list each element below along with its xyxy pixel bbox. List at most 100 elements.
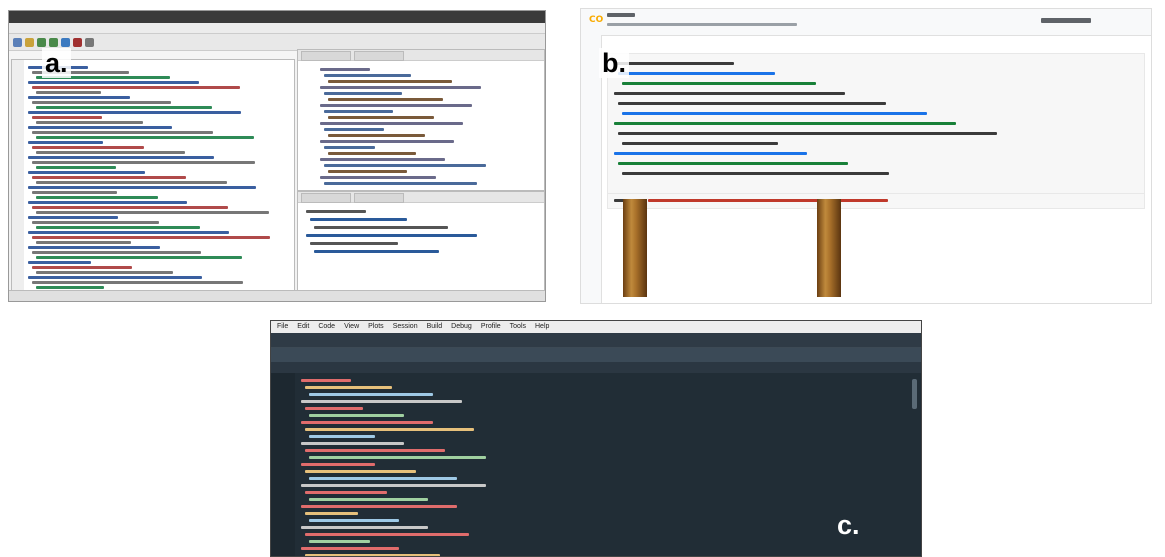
output-image-right: [817, 199, 841, 297]
menu-item-view[interactable]: View: [344, 321, 359, 333]
code-line: [301, 484, 486, 487]
share-button[interactable]: [1041, 18, 1091, 23]
panel-label-b: b.: [599, 48, 629, 78]
menu-item-session[interactable]: Session: [393, 321, 418, 333]
tab-console[interactable]: [301, 193, 351, 203]
code-line: [618, 102, 886, 105]
code-line: [36, 286, 104, 289]
code-line: [36, 271, 173, 274]
stop-icon[interactable]: [73, 37, 82, 47]
notebook-name[interactable]: [607, 13, 635, 17]
menu-item-file[interactable]: File: [277, 321, 288, 333]
code-line: [28, 126, 172, 129]
code-line: [622, 82, 816, 85]
spyder-editor[interactable]: [11, 59, 295, 294]
new-file-icon[interactable]: [13, 37, 22, 47]
code-line: [614, 92, 845, 95]
output-image-left: [623, 199, 647, 297]
line-number-gutter: [271, 373, 295, 556]
code-line: [36, 256, 242, 259]
tab-explorer[interactable]: [301, 51, 351, 61]
rstudio-window: File Edit Code View Plots Session Build Debug Pr…: [270, 320, 922, 557]
colab-menubar[interactable]: [607, 23, 797, 26]
code-line: [328, 152, 416, 155]
code-line: [648, 199, 888, 202]
code-line: [614, 152, 807, 155]
code-line: [306, 210, 366, 213]
code-line: [28, 156, 214, 159]
code-cell-2[interactable]: [607, 193, 1145, 209]
rstudio-toolbar[interactable]: [271, 333, 921, 348]
tab-history[interactable]: [354, 193, 404, 203]
code-line: [32, 146, 144, 149]
code-line: [301, 421, 433, 424]
scrollbar[interactable]: [912, 379, 917, 409]
colab-logo[interactable]: CO: [589, 15, 603, 25]
code-line: [618, 72, 775, 75]
code-line: [28, 216, 118, 219]
code-line: [36, 196, 158, 199]
code-line: [32, 161, 255, 164]
code-line: [305, 470, 416, 473]
code-line: [309, 519, 399, 522]
code-line: [622, 142, 778, 145]
code-line: [28, 231, 229, 234]
code-line: [28, 201, 187, 204]
spyder-statusbar: [9, 290, 545, 301]
code-line: [306, 234, 477, 237]
menu-item-profile[interactable]: Profile: [481, 321, 501, 333]
code-line: [32, 266, 132, 269]
run-cell-icon[interactable]: [49, 37, 58, 47]
tab-variables[interactable]: [354, 51, 404, 61]
console-tabs[interactable]: [298, 192, 544, 203]
code-line: [32, 101, 171, 104]
settings-icon[interactable]: [85, 37, 94, 47]
code-line: [314, 250, 439, 253]
code-line: [324, 164, 486, 167]
colab-window: CO: [580, 8, 1152, 304]
debug-icon[interactable]: [61, 37, 70, 47]
code-line: [324, 74, 411, 77]
ipython-console-pane[interactable]: [297, 191, 545, 293]
menu-item-edit[interactable]: Edit: [297, 321, 309, 333]
explorer-tabs[interactable]: [298, 50, 544, 61]
r-source-editor[interactable]: [271, 373, 921, 556]
open-folder-icon[interactable]: [25, 37, 34, 47]
code-line: [614, 122, 956, 125]
code-line: [309, 435, 375, 438]
code-line: [36, 91, 101, 94]
menu-item-plots[interactable]: Plots: [368, 321, 384, 333]
menu-item-code[interactable]: Code: [318, 321, 335, 333]
code-line: [324, 182, 477, 185]
code-line: [28, 246, 160, 249]
code-line: [310, 242, 398, 245]
menu-item-build[interactable]: Build: [427, 321, 443, 333]
code-line: [305, 533, 469, 536]
code-line: [328, 116, 434, 119]
spyder-menubar[interactable]: [9, 23, 545, 34]
code-line: [324, 92, 402, 95]
file-explorer-pane[interactable]: [297, 49, 545, 191]
code-cell-1[interactable]: [607, 53, 1145, 195]
menu-item-help[interactable]: Help: [535, 321, 549, 333]
code-line: [32, 236, 270, 239]
menu-item-debug[interactable]: Debug: [451, 321, 472, 333]
code-line: [32, 86, 240, 89]
code-line: [301, 526, 428, 529]
code-line: [324, 146, 375, 149]
panel-label-c: c.: [837, 510, 860, 540]
run-icon[interactable]: [37, 37, 46, 47]
code-line: [305, 512, 358, 515]
code-line: [305, 491, 387, 494]
code-line: [28, 186, 256, 189]
menu-item-tools[interactable]: Tools: [510, 321, 526, 333]
source-tab-bar[interactable]: [271, 348, 921, 362]
code-line: [301, 505, 457, 508]
code-line: [309, 456, 486, 459]
code-line: [324, 110, 393, 113]
code-line: [314, 226, 448, 229]
rstudio-menubar[interactable]: File Edit Code View Plots Session Build Debug Pr…: [271, 321, 921, 333]
code-line: [32, 281, 243, 284]
code-line: [301, 547, 399, 550]
code-line: [328, 170, 407, 173]
